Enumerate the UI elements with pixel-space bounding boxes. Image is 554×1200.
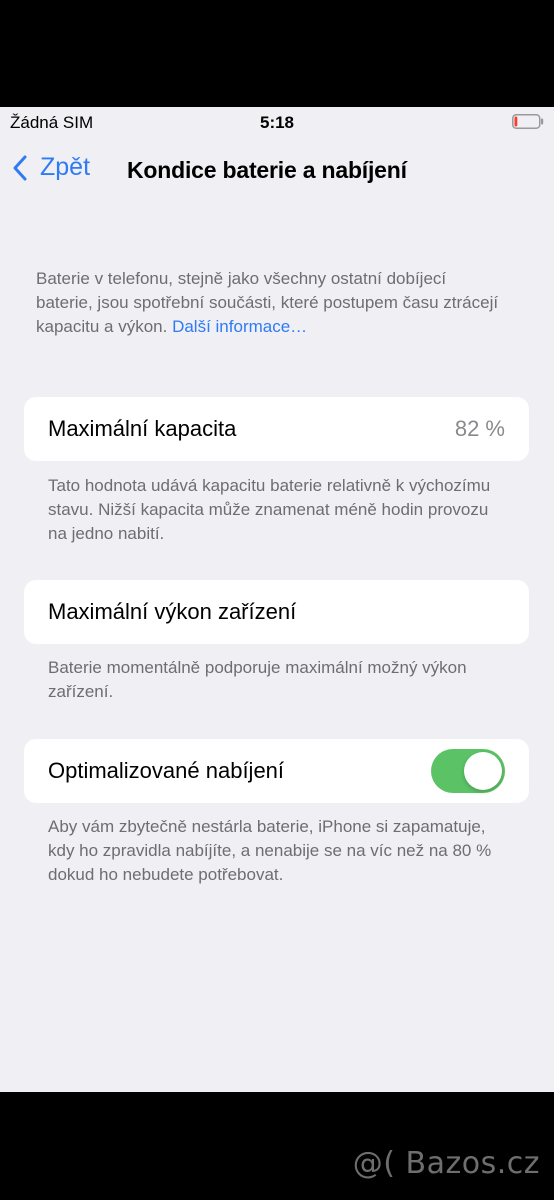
back-label: Zpět [40, 153, 91, 181]
top-black-bar [0, 0, 554, 107]
phone-screen: Žádná SIM 5:18 Zpět Kondice baterie a na… [0, 107, 554, 1092]
max-capacity-label: Maximální kapacita [48, 416, 237, 441]
max-capacity-value: 82 % [454, 416, 505, 441]
peak-performance-footer: Baterie momentálně podporuje maximální m… [48, 658, 467, 701]
chevron-left-icon [13, 155, 27, 180]
page-title: Kondice baterie a nabíjení [127, 157, 407, 183]
max-capacity-cell: Maximální kapacita 82 % [24, 397, 529, 461]
battery-low-icon [512, 114, 544, 129]
toggle-knob [464, 752, 502, 790]
status-time: 5:18 [259, 113, 295, 132]
optimized-charging-footer: Aby vám zbytečně nestárla baterie, iPhon… [48, 817, 492, 884]
peak-performance-label: Maximální výkon zařízení [48, 599, 297, 624]
intro-text: Baterie v telefonu, stejně jako všechny … [36, 267, 506, 339]
back-button[interactable]: Zpět [12, 153, 90, 182]
optimized-charging-toggle[interactable] [431, 749, 505, 793]
more-info-link[interactable]: Další informace… [172, 317, 307, 336]
optimized-charging-cell: Optimalizované nabíjení [24, 739, 529, 803]
status-bar: Žádná SIM 5:18 [0, 107, 554, 141]
watermark: @( Bazos.cz [352, 1146, 540, 1181]
peak-performance-cell: Maximální výkon zařízení [24, 580, 529, 644]
optimized-charging-label: Optimalizované nabíjení [48, 758, 285, 783]
max-capacity-footer: Tato hodnota udává kapacitu baterie rela… [48, 476, 491, 543]
navigation-bar: Zpět Kondice baterie a nabíjení [0, 147, 554, 197]
